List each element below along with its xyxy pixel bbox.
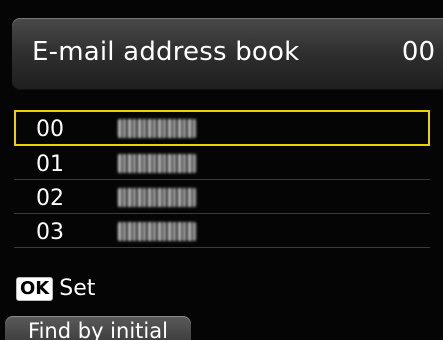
blurred-entry-name [118, 188, 196, 207]
address-list: 00 01 02 03 [14, 110, 430, 248]
find-by-initial-button[interactable]: Find by initial [5, 316, 191, 340]
entry-count: 00 [401, 37, 435, 67]
entry-number: 03 [36, 220, 64, 245]
blurred-entry-name [118, 119, 196, 138]
printer-screen: E-mail address book 00 00 01 02 03 OK Se… [0, 0, 443, 340]
title-bar: E-mail address book 00 [12, 18, 443, 90]
address-entry-01[interactable]: 01 [14, 146, 430, 180]
entry-number: 00 [36, 117, 64, 142]
blurred-entry-name [118, 154, 196, 173]
address-entry-00[interactable]: 00 [14, 110, 430, 146]
blurred-entry-name [118, 222, 196, 241]
page-title: E-mail address book [32, 37, 300, 67]
ok-set-hint[interactable]: OK Set [16, 276, 95, 301]
entry-number: 01 [36, 152, 64, 177]
address-entry-03[interactable]: 03 [14, 214, 430, 248]
ok-label: Set [59, 276, 96, 301]
entry-number: 02 [36, 186, 64, 211]
address-entry-02[interactable]: 02 [14, 180, 430, 214]
ok-key-icon: OK [16, 276, 54, 301]
